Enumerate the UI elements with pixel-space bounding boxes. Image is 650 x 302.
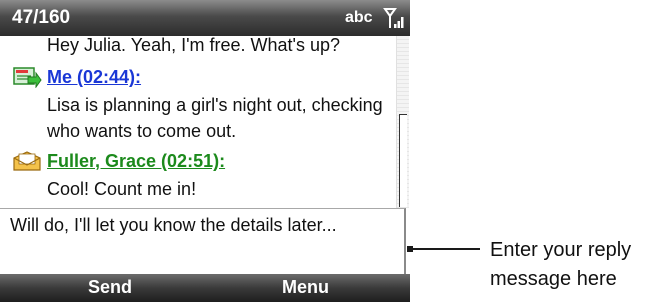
scrollbar-thumb[interactable] <box>399 114 407 207</box>
message-line: who wants to come out. <box>47 121 237 141</box>
status-bar: 47/160 abc <box>0 0 410 36</box>
reply-input[interactable]: Will do, I'll let you know the details l… <box>0 208 406 274</box>
message-line: Lisa is planning a girl's night out, che… <box>47 95 383 115</box>
callout-line-2: message here <box>490 268 617 290</box>
softkey-bar: Send Menu <box>0 274 410 302</box>
message-line: Cool! Count me in! <box>47 179 197 199</box>
reply-input-value: Will do, I'll let you know the details l… <box>10 215 337 235</box>
sender-contact[interactable]: Fuller, Grace (02:51): <box>47 151 225 172</box>
phone-screen: 47/160 abc Hey Julia. Yeah, I'm free. Wh… <box>0 0 410 302</box>
callout-line <box>408 248 480 250</box>
callout-line-1: Enter your reply <box>490 239 632 261</box>
received-message-icon <box>13 151 41 171</box>
message-thread[interactable]: Hey Julia. Yeah, I'm free. What's up? Me… <box>0 36 396 208</box>
sent-message-icon <box>13 67 42 88</box>
send-button[interactable]: Send <box>88 277 132 298</box>
sender-me[interactable]: Me (02:44): <box>47 67 141 88</box>
callout-dot <box>407 246 413 252</box>
partial-message-text: Hey Julia. Yeah, I'm free. What's up? <box>47 36 341 55</box>
signal-antenna-icon <box>383 8 404 28</box>
thread-scrollbar[interactable] <box>396 36 409 208</box>
menu-button[interactable]: Menu <box>282 277 329 298</box>
input-mode-indicator: abc <box>345 9 373 26</box>
callout-label: Enter your reply message here <box>490 236 631 294</box>
character-counter: 47/160 <box>12 7 71 28</box>
